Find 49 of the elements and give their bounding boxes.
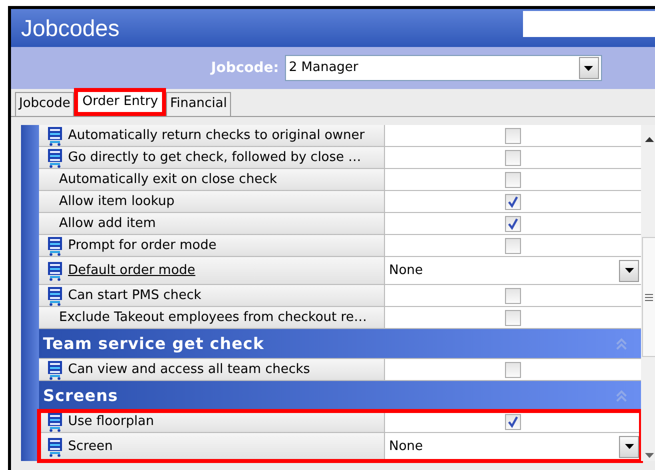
section-title: Screens [43,384,118,406]
scroll-thumb[interactable] [642,237,655,357]
value-dropdown[interactable]: None [385,433,641,460]
section-header[interactable]: Team service get check [39,329,641,359]
window-title: Jobcodes [20,14,120,43]
scroll-up-icon[interactable] [645,137,654,142]
caret-icon [624,268,634,273]
setting-label: Go directly to get check, followed by close … [68,148,362,167]
checkbox[interactable] [505,172,521,188]
setting-label: Allow item lookup [59,192,174,211]
dropdown-value: None [389,438,423,456]
section-title: Team service get check [43,332,264,354]
checkbox[interactable] [505,216,521,232]
setting-label: Automatically return checks to original owner [68,126,365,145]
tab[interactable]: Order Entry [74,88,166,116]
setting-label: Screen [68,438,113,456]
jobcode-dropdown[interactable]: 2 Manager [284,55,602,81]
collapse-icon[interactable] [616,390,627,402]
setting-label: Allow add item [59,214,156,233]
caret-icon [584,66,594,70]
caret-icon [624,444,634,449]
setting-label: Prompt for order mode [68,236,216,255]
checkbox[interactable] [505,194,521,210]
checkbox[interactable] [505,414,521,430]
jobcode-value: 2 Manager [288,59,358,78]
checkbox[interactable] [505,128,521,144]
checkbox[interactable] [505,310,521,326]
dropdown-arrow-button[interactable] [619,260,639,282]
setting-label: Default order mode [68,262,196,280]
section-header[interactable]: Screens [39,381,641,411]
checkbox[interactable] [505,362,521,378]
dropdown-arrow-button[interactable] [578,57,599,79]
tab[interactable]: Financial [166,92,231,116]
checkbox[interactable] [505,238,521,254]
checkbox[interactable] [505,150,521,166]
collapse-icon[interactable] [616,338,627,350]
scroll-down-icon[interactable] [645,453,654,458]
setting-label: Can view and access all team checks [68,360,310,379]
setting-label: Can start PMS check [68,286,202,305]
jobcode-label: Jobcode: [211,58,279,78]
setting-label: Exclude Takeout employees from checkout re… [59,308,367,327]
checkbox[interactable] [505,288,521,304]
value-dropdown[interactable]: None [385,257,641,284]
tab[interactable]: Jobcode [15,92,74,116]
setting-label: Use floorplan [68,412,154,431]
setting-label: Automatically exit on close check [59,170,277,189]
scrollbar[interactable] [641,125,655,461]
dropdown-value: None [389,262,423,280]
dropdown-arrow-button[interactable] [619,436,639,458]
